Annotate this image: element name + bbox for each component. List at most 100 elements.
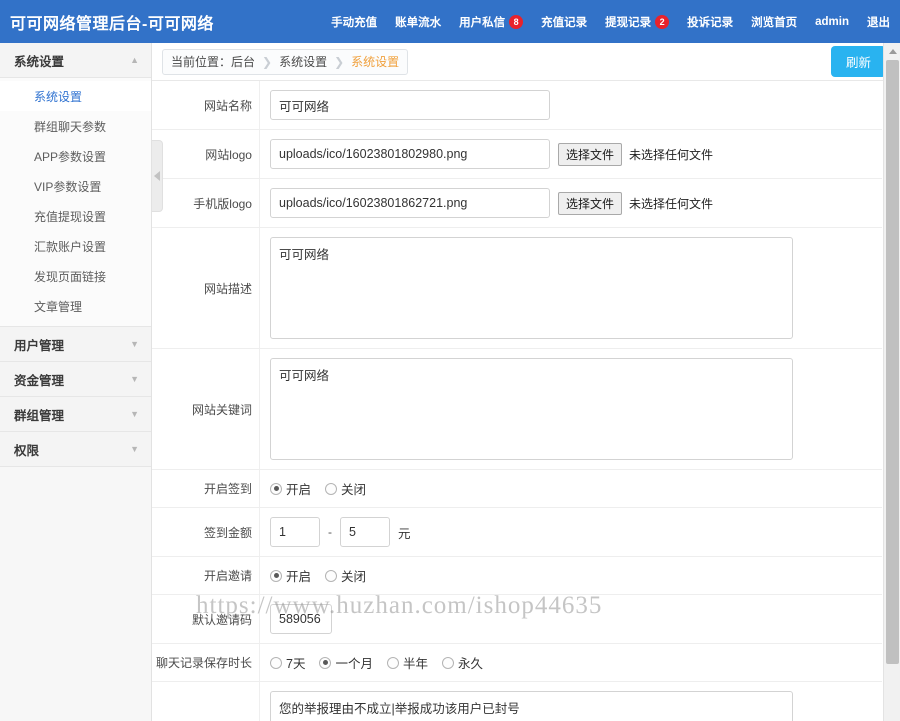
- caret-up-icon: [888, 48, 897, 54]
- radio-label: 开启: [286, 570, 312, 584]
- sidebar-group-system-settings[interactable]: 系统设置 ▲: [0, 43, 151, 78]
- enable-signin-option-on[interactable]: 开启: [270, 479, 311, 498]
- radio-label: 一个月: [335, 657, 373, 671]
- topnav-item-admin-user[interactable]: admin: [815, 16, 849, 28]
- sidebar-group-permissions[interactable]: 权限 ▼: [0, 432, 151, 467]
- scrollbar-up-button[interactable]: [884, 43, 900, 59]
- sidebar-item-vip-params[interactable]: VIP参数设置: [0, 171, 151, 201]
- signin-amount-min-input[interactable]: [270, 517, 320, 547]
- label-signin-amount: 签到金额: [152, 508, 260, 556]
- top-navigation: 手动充值 账单流水 用户私信 8 充值记录 提现记录 2 投诉记录 浏览首页 a…: [313, 14, 900, 30]
- sidebar-collapse-toggle[interactable]: [152, 140, 163, 212]
- form-row-enable-invite: 开启邀请 开启 关闭: [152, 557, 882, 595]
- chevron-left-icon: [154, 171, 160, 181]
- enable-invite-option-off[interactable]: 关闭: [325, 566, 366, 585]
- topnav-item-recharge-records[interactable]: 充值记录: [541, 14, 587, 30]
- sidebar-item-remittance-account-settings[interactable]: 汇款账户设置: [0, 231, 151, 261]
- site-description-textarea[interactable]: 可可网络: [270, 237, 793, 339]
- topnav-item-manual-recharge[interactable]: 手动充值: [331, 14, 377, 30]
- chat-retention-option-one-month[interactable]: 一个月: [319, 653, 373, 672]
- chat-retention-option-7days[interactable]: 7天: [270, 653, 305, 672]
- sidebar-item-label: VIP参数设置: [34, 179, 102, 194]
- radio-icon: [270, 569, 282, 582]
- scrollbar-thumb[interactable]: [886, 60, 899, 664]
- topnav-label: 浏览首页: [751, 16, 798, 29]
- sidebar-item-label: 系统设置: [34, 89, 83, 104]
- sidebar-item-system-settings[interactable]: 系统设置: [0, 81, 151, 111]
- signin-amount-unit: 元: [398, 526, 411, 541]
- withdraw-records-badge: 2: [655, 14, 670, 29]
- breadcrumb-prefix: 当前位置：后台: [171, 55, 256, 69]
- sidebar-item-recharge-withdraw-settings[interactable]: 充值提现设置: [0, 201, 151, 231]
- site-keywords-textarea[interactable]: 可可网络: [270, 358, 793, 460]
- sidebar-group-label: 资金管理: [14, 373, 65, 388]
- mobile-logo-path-input[interactable]: [270, 188, 550, 218]
- radio-icon: [441, 656, 454, 669]
- form-row-signin-amount: 签到金额 - 元: [152, 508, 882, 557]
- radio-icon: [386, 656, 399, 669]
- form-row-site-name: 网站名称: [152, 81, 882, 130]
- page-scrollbar[interactable]: [883, 43, 900, 721]
- chevron-down-icon: ▼: [130, 409, 139, 419]
- topnav-label: 用户私信: [459, 16, 506, 29]
- mobile-logo-file-input[interactable]: 选择文件 未选择任何文件: [558, 191, 713, 215]
- label-enable-signin: 开启签到: [152, 470, 260, 507]
- site-logo-file-input[interactable]: 选择文件 未选择任何文件: [558, 142, 714, 166]
- radio-icon: [325, 482, 338, 495]
- sidebar-item-label: 群组聊天参数: [34, 119, 107, 134]
- sidebar-item-label: 发现页面链接: [34, 269, 107, 284]
- sidebar-item-article-management[interactable]: 文章管理: [0, 291, 151, 321]
- chat-retention-option-half-year[interactable]: 半年: [386, 653, 428, 672]
- signin-amount-max-input[interactable]: [340, 517, 390, 547]
- refresh-button[interactable]: 刷新: [830, 46, 886, 77]
- chat-retention-option-forever[interactable]: 永久: [441, 653, 483, 672]
- sidebar-item-app-params[interactable]: APP参数设置: [0, 141, 151, 171]
- settings-form: 网站名称 网站logo 选择文件 未选择任何文件 手机版logo 选择文件: [152, 81, 882, 721]
- topnav-item-logout[interactable]: 退出: [867, 14, 890, 30]
- site-logo-choose-file-button[interactable]: 选择文件: [558, 142, 623, 166]
- enable-invite-option-on[interactable]: 开启: [270, 566, 311, 585]
- radio-label: 7天: [286, 657, 306, 671]
- enable-signin-option-off[interactable]: 关闭: [325, 479, 366, 498]
- chevron-down-icon: ▼: [130, 339, 139, 349]
- form-row-mobile-logo: 手机版logo 选择文件 未选择任何文件: [152, 179, 882, 228]
- sidebar-group-fund-management[interactable]: 资金管理 ▼: [0, 362, 151, 397]
- site-logo-path-input[interactable]: [270, 139, 550, 169]
- label-site-logo: 网站logo: [152, 130, 260, 178]
- breadcrumb-bar: 当前位置：后台 ❯ 系统设置 ❯ 系统设置 刷新: [152, 43, 900, 81]
- label-default-invite-code: 默认邀请码: [152, 595, 260, 643]
- sidebar-item-label: APP参数设置: [34, 149, 107, 164]
- sidebar-group-group-management[interactable]: 群组管理 ▼: [0, 397, 151, 432]
- topnav-item-complaint-records[interactable]: 投诉记录: [687, 14, 733, 30]
- top-header-bar: 可可网络管理后台-可可网络 手动充值 账单流水 用户私信 8 充值记录 提现记录…: [0, 0, 900, 43]
- radio-label: 开启: [286, 483, 312, 497]
- topnav-item-browse-home[interactable]: 浏览首页: [751, 14, 797, 30]
- sidebar-item-discover-page-links[interactable]: 发现页面链接: [0, 261, 151, 291]
- mobile-logo-choose-file-button[interactable]: 选择文件: [558, 191, 623, 215]
- topnav-label: 投诉记录: [687, 16, 734, 29]
- site-name-input[interactable]: [270, 90, 550, 120]
- sidebar-group-user-management[interactable]: 用户管理 ▼: [0, 327, 151, 362]
- radio-icon: [319, 656, 332, 669]
- topnav-item-bill-flow[interactable]: 账单流水: [395, 14, 441, 30]
- form-row-site-logo: 网站logo 选择文件 未选择任何文件: [152, 130, 882, 179]
- topnav-item-user-messages[interactable]: 用户私信 8: [459, 14, 524, 30]
- form-row-enable-signin: 开启签到 开启 关闭: [152, 470, 882, 508]
- site-logo-file-status: 未选择任何文件: [629, 147, 714, 162]
- form-row-site-description: 网站描述 可可网络: [152, 228, 882, 349]
- chevron-down-icon: ▼: [130, 444, 139, 454]
- breadcrumb-separator-icon: ❯: [334, 54, 345, 69]
- label-site-description: 网站描述: [152, 228, 260, 348]
- label-mobile-logo: 手机版logo: [152, 179, 260, 227]
- topnav-label: 提现记录: [605, 16, 652, 29]
- form-row-default-invite-code: 默认邀请码: [152, 595, 882, 644]
- breadcrumb-parent[interactable]: 系统设置: [279, 53, 327, 70]
- default-invite-code-input[interactable]: [270, 604, 332, 634]
- sidebar-item-group-chat-params[interactable]: 群组聊天参数: [0, 111, 151, 141]
- sidebar-group-label: 系统设置: [14, 54, 65, 69]
- label-site-name: 网站名称: [152, 81, 260, 129]
- topnav-item-withdraw-records[interactable]: 提现记录 2: [605, 14, 670, 30]
- report-reply-words-textarea[interactable]: 您的举报理由不成立|举报成功该用户已封号: [270, 691, 793, 721]
- radio-label: 关闭: [341, 483, 367, 497]
- breadcrumb: 当前位置：后台 ❯ 系统设置 ❯ 系统设置: [162, 48, 409, 75]
